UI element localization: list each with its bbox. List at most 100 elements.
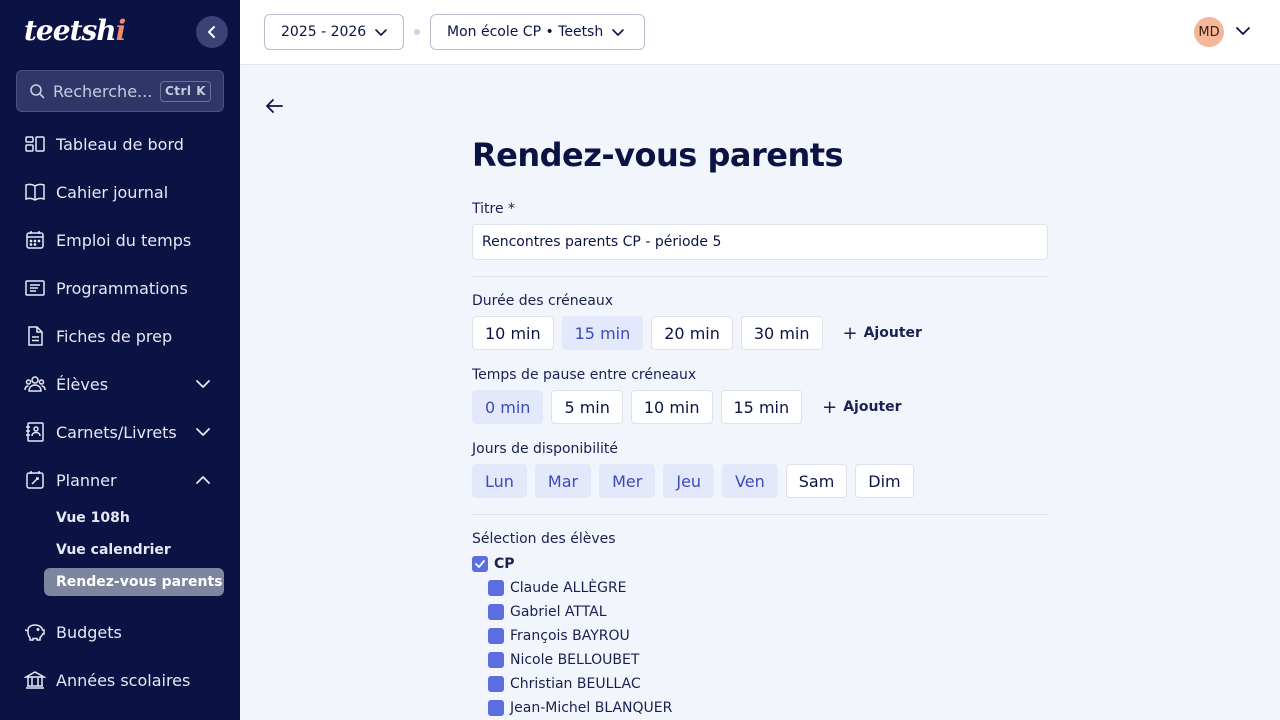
checkbox[interactable] [488,700,504,716]
days-label: Jours de disponibilité [472,441,618,457]
student-checkbox-row[interactable]: Claude ALLÈGRE [488,580,627,596]
divider [472,514,1048,515]
sidebar-item-budgets[interactable]: Budgets [24,614,224,650]
sidebar-item-label: Tableau de bord [56,134,184,154]
pause-option-selected[interactable]: 0 min [472,390,544,424]
student-name: Jean-Michel BLANQUER [510,700,673,716]
pause-options: 0 min 5 min 10 min 15 min + Ajouter [472,390,902,424]
student-checkbox-row[interactable]: Jean-Michel BLANQUER [488,700,672,716]
sidebar-item-cahier-journal[interactable]: Cahier journal [24,174,224,210]
avatar[interactable]: MD [1194,17,1224,47]
sidebar-item-label: Élèves [56,374,109,394]
add-duration-button[interactable]: + Ajouter [843,323,922,344]
students-icon [24,373,46,395]
sidebar-item-label: Programmations [56,278,188,298]
school-year-select[interactable]: 2025 - 2026 [264,14,404,50]
plus-icon: + [822,396,838,418]
sidebar-item-label: Budgets [56,622,122,642]
sidebar-item-label: Carnets/Livrets [56,422,177,442]
chevron-down-icon [196,380,210,388]
sidebar-item-fiches-de-prep[interactable]: Fiches de prep [24,318,224,354]
student-checkbox-row[interactable]: François BAYROU [488,628,630,644]
sidebar-item-label: Emploi du temps [56,230,192,250]
chevron-down-icon [612,29,625,36]
students-label: Sélection des élèves [472,531,616,547]
sidebar-item-planner[interactable]: Planner [24,462,224,498]
list-icon [24,277,46,299]
dashboard-icon [24,133,46,155]
student-checkbox-row[interactable]: Nicole BELLOUBET [488,652,639,668]
sidebar-item-carnets-livrets[interactable]: Carnets/Livrets [24,414,224,450]
sidebar-item-annees-scolaires[interactable]: Années scolaires [24,662,224,698]
arrow-left-icon [266,99,283,113]
add-pause-button[interactable]: + Ajouter [822,397,901,418]
duration-option-selected[interactable]: 15 min [561,316,644,350]
pause-option[interactable]: 15 min [720,390,803,424]
checkbox[interactable] [488,580,504,596]
duration-options: 10 min 15 min 20 min 30 min + Ajouter [472,316,922,350]
student-name: Christian BEULLAC [510,676,641,692]
chevron-down-icon [375,29,388,36]
day-option-sam[interactable]: Sam [785,464,848,498]
sidebar-subitem-vue-calendrier[interactable]: Vue calendrier [44,536,224,564]
day-option-lun[interactable]: Lun [472,464,527,498]
day-option-ven[interactable]: Ven [722,464,778,498]
student-name: Nicole BELLOUBET [510,652,640,668]
search-placeholder: Recherche... [53,81,153,101]
checkbox[interactable] [488,604,504,620]
plus-icon: + [842,322,858,344]
duration-option[interactable]: 30 min [740,316,823,350]
calendar-icon [24,229,46,251]
check-icon [475,560,485,568]
piggy-bank-icon [24,621,46,643]
duration-option[interactable]: 20 min [651,316,733,350]
duration-option[interactable]: 10 min [472,316,554,350]
checkbox-checked[interactable] [472,556,488,572]
sidebar-subitem-rendez-vous-parents[interactable]: Rendez-vous parents [44,568,224,596]
pause-option[interactable]: 10 min [630,390,713,424]
student-checkbox-row[interactable]: Gabriel ATTAL [488,604,607,620]
notebook-icon [24,421,46,443]
pause-option[interactable]: 5 min [551,390,623,424]
sidebar-item-emploi-du-temps[interactable]: Emploi du temps [24,222,224,258]
school-select[interactable]: Mon école CP • Teetsh [430,14,645,50]
checkbox[interactable] [488,676,504,692]
sidebar-item-label: Fiches de prep [56,326,173,346]
chevron-up-icon [196,476,210,484]
sidebar-item-tableau-de-bord[interactable]: Tableau de bord [24,126,224,162]
checkbox[interactable] [488,628,504,644]
school-value: Mon école CP • Teetsh [447,24,604,40]
search-shortcut: Ctrl K [159,81,211,102]
book-icon [24,181,46,203]
back-button[interactable] [262,94,286,118]
chevron-down-icon[interactable] [1234,22,1252,40]
day-options: Lun Mar Mer Jeu Ven Sam Dim [472,464,914,498]
chevron-down-icon [196,428,210,436]
day-option-mer[interactable]: Mer [599,464,656,498]
search-icon [30,84,45,99]
duration-label: Durée des créneaux [472,293,614,309]
file-icon [24,325,46,347]
student-name: Claude ALLÈGRE [510,580,627,596]
day-option-dim[interactable]: Dim [855,464,914,498]
class-checkbox-row[interactable]: CP [472,556,515,572]
sidebar-subitem-vue-108h[interactable]: Vue 108h [44,504,224,532]
student-name: François BAYROU [510,628,630,644]
sidebar-item-label: Planner [56,470,117,490]
collapse-sidebar-button[interactable] [196,16,228,48]
search-input[interactable]: Recherche... Ctrl K [16,70,224,112]
checkbox[interactable] [488,652,504,668]
sidebar-item-eleves[interactable]: Élèves [24,366,224,402]
student-checkbox-row[interactable]: Christian BEULLAC [488,676,641,692]
day-option-jeu[interactable]: Jeu [663,464,715,498]
school-year-value: 2025 - 2026 [281,24,367,40]
sidebar: teetshi Recherche... Ctrl K Tableau de b… [0,0,240,720]
student-name: Gabriel ATTAL [510,604,607,620]
day-option-mar[interactable]: Mar [534,464,592,498]
planner-icon [24,469,46,491]
teetsh-logo[interactable]: teetshi [24,15,126,47]
title-input[interactable] [472,224,1048,260]
chevron-left-icon [208,26,215,38]
sidebar-item-programmations[interactable]: Programmations [24,270,224,306]
page-title: Rendez-vous parents [472,136,844,174]
